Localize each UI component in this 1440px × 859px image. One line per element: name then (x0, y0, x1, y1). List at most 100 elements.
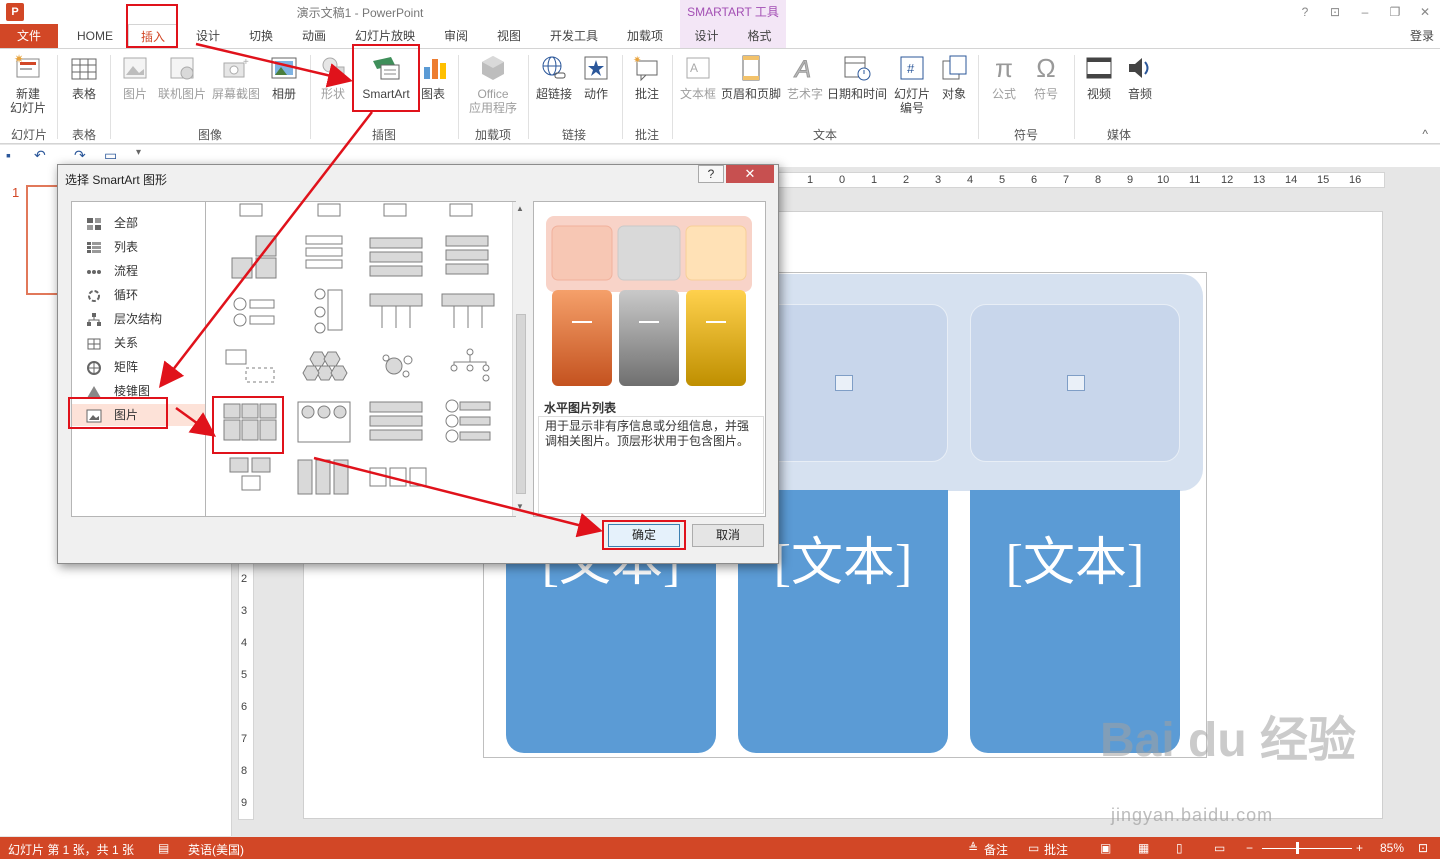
table-button[interactable]: 表格 (64, 53, 104, 101)
zoom-out-button[interactable]: − (1246, 841, 1253, 855)
redo-icon[interactable]: ↷ (74, 147, 86, 164)
notes-button[interactable]: 备注 (984, 841, 1008, 858)
scroll-up-icon[interactable]: ▲ (516, 204, 524, 213)
tab-view[interactable]: 视图 (485, 24, 533, 48)
sign-in-link[interactable]: 登录 (1410, 27, 1434, 44)
ruler-label: 6 (241, 701, 248, 713)
slideshow-view-icon[interactable]: ▭ (1214, 841, 1225, 855)
smartart-picture-placeholder[interactable] (970, 304, 1180, 462)
group-label-illustrations: 插图 (371, 128, 396, 142)
ruler-label: 9 (1127, 174, 1134, 186)
category-hierarchy[interactable]: 层次结构 (72, 308, 205, 330)
picture-placeholder-icon[interactable] (835, 375, 853, 391)
tab-file[interactable]: 文件 (0, 24, 58, 48)
choose-smartart-dialog: 选择 SmartArt 图形 ? ✕ 全部 列表 流程 循环 层次结构 关系 矩… (57, 164, 779, 564)
cancel-button[interactable]: 取消 (692, 524, 764, 547)
undo-icon[interactable]: ↶ (34, 147, 46, 164)
hyperlink-button[interactable]: 超链接 (533, 53, 575, 101)
slide-number-button[interactable]: # 幻灯片 编号 (890, 53, 934, 115)
symbol-button[interactable]: Ω 符号 (1026, 53, 1066, 101)
shapes-button[interactable]: 形状 (316, 53, 350, 101)
start-presentation-icon[interactable]: ▭ (104, 147, 117, 164)
ruler-label: 13 (1253, 174, 1266, 186)
new-slide-button[interactable]: ✷ 新建 幻灯片 (6, 52, 50, 115)
slide-sorter-icon[interactable]: ▦ (1138, 841, 1149, 855)
customize-qat-icon[interactable]: ▾ (136, 147, 141, 158)
table-icon (69, 53, 99, 83)
smartart-text-placeholder[interactable]: [文本] (970, 520, 1180, 595)
textbox-button[interactable]: A 文本框 (678, 53, 718, 101)
fit-slide-icon[interactable]: ⊡ (1418, 841, 1428, 855)
restore-button[interactable]: ❐ (1380, 0, 1410, 24)
pi-icon: π (995, 53, 1013, 83)
video-button[interactable]: 视频 (1080, 53, 1118, 101)
normal-view-icon[interactable]: ▣ (1100, 841, 1111, 855)
collapse-ribbon-icon[interactable]: ^ (1422, 127, 1428, 141)
status-bar: 幻灯片 第 1 张，共 1 张 ▤ 英语(美国) ≜ 备注 ▭ 批注 ▣ ▦ ▯… (0, 837, 1440, 859)
scroll-down-icon[interactable]: ▼ (516, 502, 524, 511)
zoom-slider-thumb[interactable] (1296, 842, 1299, 854)
notes-icon[interactable]: ≜ (968, 841, 978, 855)
action-button[interactable]: 动作 (578, 53, 614, 101)
reading-view-icon[interactable]: ▯ (1176, 841, 1183, 855)
tab-developer[interactable]: 开发工具 (540, 24, 608, 48)
help-icon[interactable]: ? (1290, 0, 1320, 24)
ruler-label: 1 (807, 174, 814, 186)
audio-button[interactable]: 音频 (1120, 53, 1160, 101)
scrollbar-thumb[interactable] (516, 314, 526, 494)
zoom-in-button[interactable]: + (1356, 841, 1363, 855)
svg-text:✷: ✷ (14, 53, 24, 66)
save-icon[interactable]: ▪ (6, 147, 11, 163)
chart-button[interactable]: 图表 (420, 53, 446, 101)
online-picture-button[interactable]: 联机图片 (156, 53, 208, 101)
category-all[interactable]: 全部 (72, 212, 205, 234)
equation-button[interactable]: π 公式 (984, 53, 1024, 101)
category-list-item[interactable]: 列表 (72, 236, 205, 258)
comment-icon: ✷ (632, 53, 662, 83)
all-icon (86, 216, 102, 230)
dialog-help-button[interactable]: ? (698, 165, 724, 183)
category-relationship[interactable]: 关系 (72, 332, 205, 354)
office-apps-icon (478, 53, 508, 83)
ruler-label: 7 (1063, 174, 1070, 186)
slide-number-icon: # (897, 53, 927, 83)
comments-button[interactable]: 批注 (1044, 841, 1068, 858)
photo-album-button[interactable]: 相册 (265, 53, 303, 101)
layout-gallery-scrollbar[interactable]: ▲ ▼ (512, 202, 528, 516)
hierarchy-icon (86, 312, 102, 326)
category-cycle[interactable]: 循环 (72, 284, 205, 306)
dialog-close-button[interactable]: ✕ (726, 165, 774, 183)
group-label-comments: 批注 (634, 128, 659, 142)
wordart-button[interactable]: A 艺术字 (786, 53, 824, 102)
language-indicator[interactable]: 英语(美国) (188, 841, 244, 858)
minimize-button[interactable]: – (1350, 0, 1380, 24)
tab-design[interactable]: 设计 (184, 24, 232, 48)
screenshot-icon: + (221, 53, 251, 83)
comment-button[interactable]: ✷ 批注 (628, 53, 666, 101)
datetime-button[interactable]: 日期和时间 (826, 53, 888, 101)
ruler-label: 5 (241, 669, 248, 681)
object-button[interactable]: 对象 (936, 53, 972, 101)
tab-animations[interactable]: 动画 (290, 24, 338, 48)
zoom-level[interactable]: 85% (1380, 841, 1404, 855)
category-process[interactable]: 流程 (72, 260, 205, 282)
picture-placeholder-icon[interactable] (1067, 375, 1085, 391)
picture-button[interactable]: 图片 (116, 53, 154, 101)
header-footer-button[interactable]: 页眉和页脚 (720, 53, 782, 101)
tab-addins[interactable]: 加载项 (614, 24, 676, 48)
ribbon-display-icon[interactable]: ⊡ (1320, 0, 1350, 24)
comments-icon[interactable]: ▭ (1028, 841, 1039, 855)
hyperlink-icon (539, 53, 569, 83)
category-matrix[interactable]: 矩阵 (72, 356, 205, 378)
tab-smartart-design[interactable]: 设计 (680, 24, 733, 48)
close-button[interactable]: ✕ (1410, 0, 1440, 24)
tab-review[interactable]: 审阅 (432, 24, 480, 48)
spelling-icon[interactable]: ▤ (158, 841, 169, 855)
office-apps-button[interactable]: Office 应用程序 (462, 53, 524, 115)
screenshot-button[interactable]: + 屏幕截图 (210, 53, 262, 101)
tab-transitions[interactable]: 切换 (237, 24, 285, 48)
zoom-slider[interactable] (1262, 848, 1352, 849)
ruler-label: 9 (241, 797, 248, 809)
tab-home[interactable]: HOME (64, 24, 126, 48)
tab-smartart-format[interactable]: 格式 (733, 24, 786, 48)
